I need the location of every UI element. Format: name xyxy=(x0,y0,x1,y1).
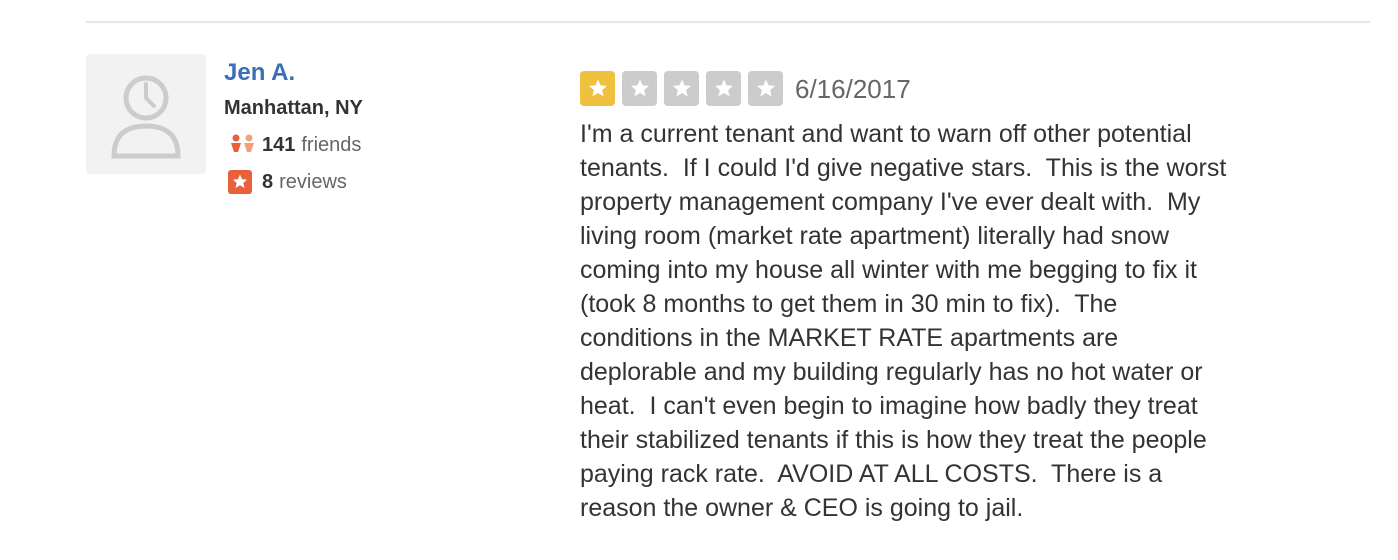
user-name-link[interactable]: Jen A. xyxy=(224,57,363,89)
star-icon xyxy=(664,71,699,106)
friends-label: friends xyxy=(301,134,362,156)
review-date: 6/16/2017 xyxy=(795,74,911,104)
star-icon xyxy=(622,71,657,106)
star-icon xyxy=(748,71,783,106)
reviews-label: reviews xyxy=(279,171,347,193)
friends-icon xyxy=(228,132,262,158)
friends-count: 141 xyxy=(262,134,296,156)
reviews-count: 8 xyxy=(262,171,274,193)
review-text: I'm a current tenant and want to warn of… xyxy=(580,120,1227,522)
review-star-icon xyxy=(228,169,262,195)
friends-stat: 141 friends xyxy=(224,132,363,158)
default-user-avatar-icon xyxy=(111,75,181,159)
user-location: Manhattan, NY xyxy=(224,97,363,119)
star-icon xyxy=(706,71,741,106)
reviews-stat: 8 reviews xyxy=(224,169,363,195)
star-rating xyxy=(580,71,790,106)
user-avatar[interactable] xyxy=(86,54,206,174)
user-info: Jen A. Manhattan, NY 141 friends 8 revie… xyxy=(224,57,363,195)
top-divider xyxy=(86,21,1370,23)
star-icon xyxy=(580,71,615,106)
